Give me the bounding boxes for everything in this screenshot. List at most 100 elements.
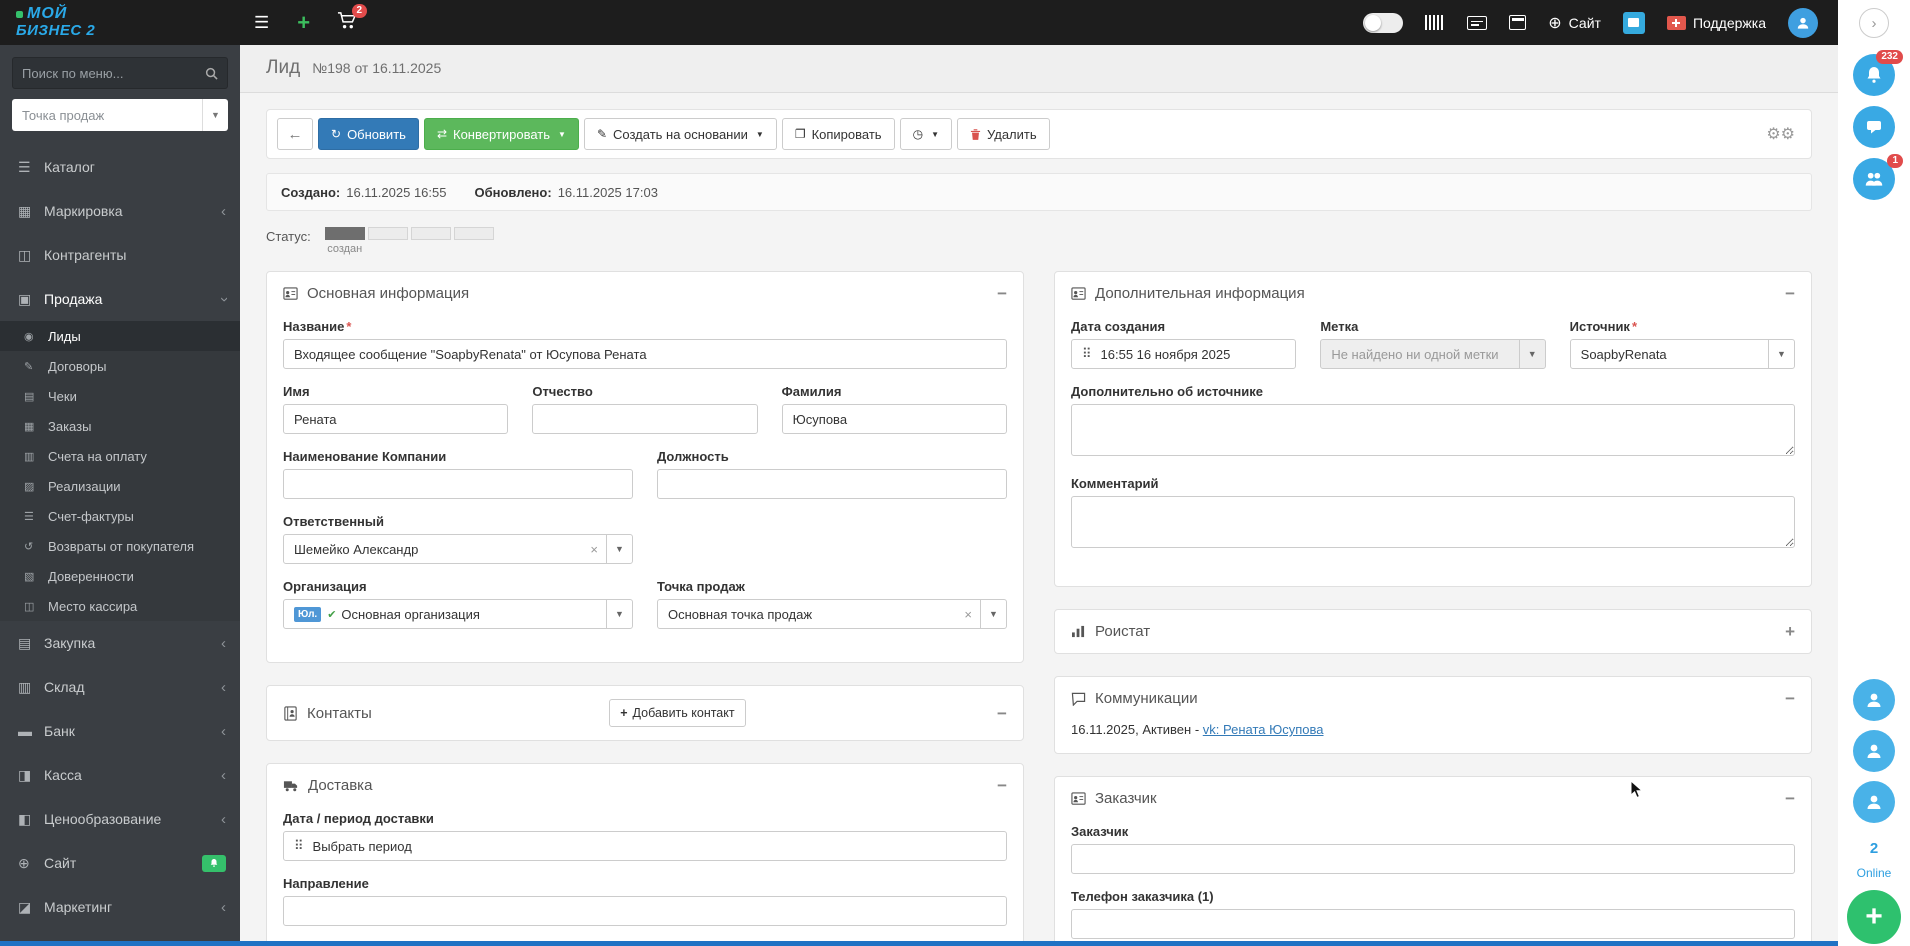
position-input[interactable]	[657, 469, 1007, 499]
deals-button[interactable]: 1	[1853, 154, 1903, 200]
middle-name-input[interactable]	[532, 404, 758, 434]
company-input[interactable]	[283, 469, 633, 499]
sidebar-item-marking[interactable]: ▦ Маркировка ‹	[0, 189, 240, 233]
sidebar-item-vat-invoices[interactable]: ☰ Счет-фактуры	[0, 501, 240, 531]
barcode-icon[interactable]	[1425, 15, 1446, 30]
site-link[interactable]: ⊕ Сайт	[1548, 13, 1601, 33]
refresh-button[interactable]: ↻ Обновить	[318, 118, 419, 150]
name-input[interactable]	[283, 339, 1007, 369]
source-select[interactable]: SoapbyRenata ▼	[1569, 339, 1795, 369]
calendar-icon[interactable]	[1509, 15, 1527, 30]
vk-contact-link[interactable]: vk: Рената Юсупова	[1203, 722, 1324, 737]
copy-button[interactable]: ❐ Копировать	[781, 118, 895, 150]
company-field: Наименование Компании	[283, 449, 633, 499]
creation-date-input[interactable]: ⠿ 16:55 16 ноября 2025	[1071, 339, 1297, 369]
sidebar-item-sales[interactable]: ▣ Продажа ‹	[0, 277, 240, 321]
status-segment-1[interactable]	[324, 227, 365, 240]
sidebar-item-marketing[interactable]: ◪ Маркетинг ‹	[0, 885, 240, 929]
sidebar-item-contracts[interactable]: ✎ Договоры	[0, 351, 240, 381]
status-segment-2[interactable]	[367, 227, 408, 240]
required-marker: *	[1631, 319, 1638, 334]
create-from-button[interactable]: ✎ Создать на основании ▼	[583, 118, 777, 150]
sidebar-item-receipts[interactable]: ▤ Чеки	[0, 381, 240, 411]
sidebar-item-leads[interactable]: ◉ Лиды	[0, 321, 240, 351]
sidebar-item-catalog[interactable]: ☰ Каталог	[0, 145, 240, 189]
sidebar-item-invoices[interactable]: ▥ Счета на оплату	[0, 441, 240, 471]
person-icon	[1867, 744, 1881, 758]
sales-point-select[interactable]: Основная точка продаж × ▼	[657, 599, 1007, 629]
online-user-avatar[interactable]	[1853, 781, 1895, 823]
clear-icon[interactable]: ×	[582, 542, 606, 557]
user-profile-icon[interactable]	[1788, 7, 1818, 38]
sidebar-item-site[interactable]: ⊕ Сайт	[0, 841, 240, 885]
status-segment-4[interactable]	[453, 227, 494, 240]
support-link[interactable]: Поддержка	[1666, 15, 1766, 31]
collapse-icon[interactable]: −	[997, 705, 1007, 722]
customer-input[interactable]	[1071, 844, 1795, 874]
collapse-icon[interactable]: −	[1785, 285, 1795, 302]
organization-select[interactable]: Юл. ✔ Основная организация ▼	[283, 599, 633, 629]
sidebar-item-bank[interactable]: ▬ Банк ‹	[0, 709, 240, 753]
notifications-button[interactable]: 232	[1853, 50, 1903, 96]
collapse-icon[interactable]: −	[997, 285, 1007, 302]
hamburger-menu-icon[interactable]: ☰	[240, 0, 283, 45]
responsible-select[interactable]: Шемейко Александр × ▼	[283, 534, 633, 564]
messages-button[interactable]	[1853, 106, 1895, 148]
logo-line2: БИЗНЕС 2	[16, 22, 96, 40]
chevron-down-icon: ▼	[1767, 340, 1794, 368]
online-user-avatar[interactable]	[1853, 730, 1895, 772]
clear-icon[interactable]: ×	[956, 607, 980, 622]
sidebar-item-returns[interactable]: ↺ Возвраты от покупателя	[0, 531, 240, 561]
history-button[interactable]: ◷ ▼	[899, 118, 952, 150]
returns-icon: ↺	[24, 540, 34, 553]
sidebar-item-cashier-place[interactable]: ◫ Место кассира	[0, 591, 240, 621]
apps-icon[interactable]	[1622, 11, 1645, 34]
collapse-icon[interactable]: −	[997, 777, 1007, 794]
quick-add-button[interactable]: +	[283, 0, 324, 45]
back-button[interactable]: ←	[277, 118, 313, 150]
check-icon: ✔	[327, 608, 337, 621]
sales-point-select[interactable]: Точка продаж ▼	[12, 99, 228, 131]
menu-search-input[interactable]	[22, 65, 205, 81]
settings-gear-icon[interactable]: ⚙⚙	[1760, 124, 1801, 144]
sidebar-item-purchase[interactable]: ▤ Закупка ‹	[0, 621, 240, 665]
add-contact-button[interactable]: + Добавить контакт	[609, 699, 746, 727]
sidebar-item-poa[interactable]: ▧ Доверенности	[0, 561, 240, 591]
convert-button[interactable]: ⇄ Конвертировать ▼	[423, 118, 579, 150]
online-label: Online	[1856, 866, 1892, 880]
online-user-avatar[interactable]	[1853, 679, 1895, 721]
direction-input[interactable]	[283, 896, 1007, 926]
delivery-period-input[interactable]: ⠿ Выбрать период	[283, 831, 1007, 861]
collapse-icon[interactable]: −	[1785, 790, 1795, 807]
globe-icon: ⊕	[1548, 14, 1562, 32]
menu-search[interactable]	[12, 57, 228, 89]
comment-textarea[interactable]	[1071, 496, 1795, 548]
sidebar-item-orders[interactable]: ▦ Заказы	[0, 411, 240, 441]
topbar-right: ⊕ Сайт Поддержка	[1363, 7, 1838, 38]
tag-select[interactable]: Не найдено ни одной метки ▼	[1320, 339, 1546, 369]
status-progress[interactable]: создан	[324, 227, 494, 255]
customer-phone-input[interactable]	[1071, 909, 1795, 939]
theme-toggle[interactable]	[1363, 12, 1404, 33]
delete-button[interactable]: Удалить	[956, 118, 1050, 150]
sidebar-item-pricing[interactable]: ◧ Ценообразование ‹	[0, 797, 240, 841]
documents-icon[interactable]	[1467, 15, 1488, 30]
site-status-badge	[202, 854, 226, 872]
sidebar-item-warehouse[interactable]: ▥ Склад ‹	[0, 665, 240, 709]
copy-icon: ❐	[794, 127, 806, 141]
last-name-input[interactable]	[781, 404, 1007, 434]
expand-icon[interactable]: +	[1785, 623, 1795, 640]
status-segment-3[interactable]	[410, 227, 451, 240]
first-name-input[interactable]	[283, 404, 509, 434]
source-extra-textarea[interactable]	[1071, 404, 1795, 456]
sidebar-item-cash[interactable]: ◨ Касса ‹	[0, 753, 240, 797]
sidebar-item-contractors[interactable]: ◫ Контрагенты	[0, 233, 240, 277]
logo[interactable]: МОЙ БИЗНЕС 2	[0, 5, 240, 40]
collapse-rail-icon[interactable]: ›	[1859, 8, 1889, 38]
collapse-icon[interactable]: −	[1785, 690, 1795, 707]
sidebar-item-realizations[interactable]: ▨ Реализации	[0, 471, 240, 501]
customer-field: Заказчик	[1071, 824, 1795, 874]
cart-icon[interactable]: 2	[324, 0, 369, 45]
add-widget-button[interactable]: +	[1847, 890, 1901, 944]
notifications-badge: 232	[1876, 50, 1903, 64]
